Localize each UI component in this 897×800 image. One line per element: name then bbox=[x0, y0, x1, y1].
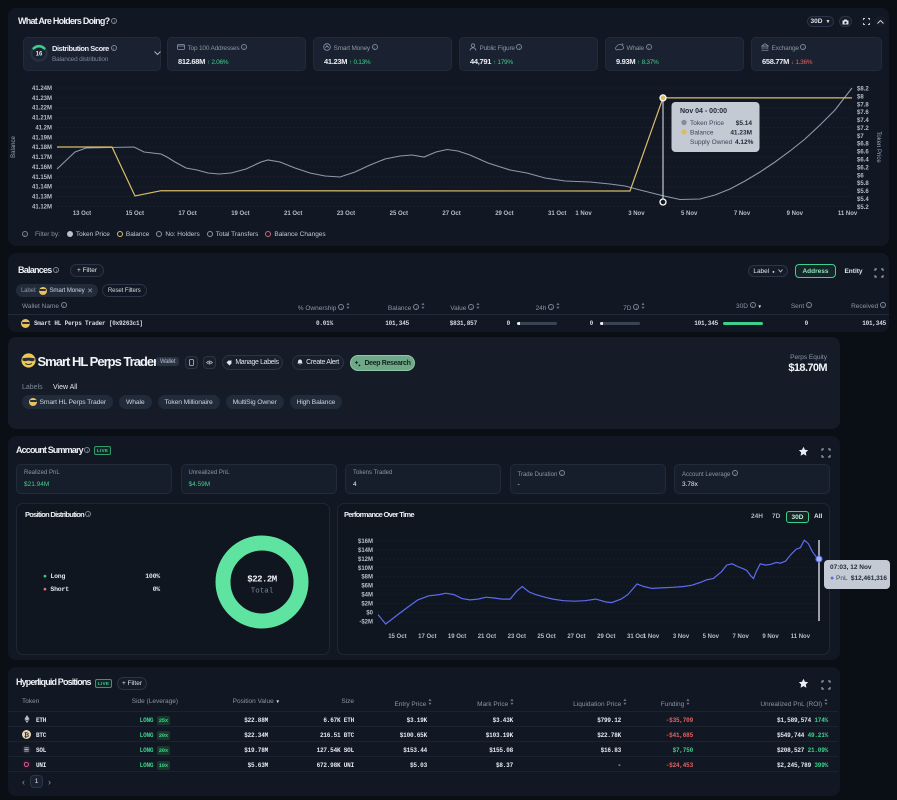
svg-text:$6.6: $6.6 bbox=[857, 150, 869, 156]
svg-text:Token Price: Token Price bbox=[690, 120, 724, 127]
svg-text:$5.4: $5.4 bbox=[857, 197, 869, 203]
svg-text:Total: Total bbox=[251, 588, 274, 596]
svg-text:Token Price: Token Price bbox=[875, 131, 881, 163]
svg-text:41.18M: 41.18M bbox=[32, 145, 52, 151]
svg-text:31 Oct: 31 Oct bbox=[548, 211, 566, 217]
svg-text:16: 16 bbox=[36, 51, 43, 57]
svg-text:-$2M: -$2M bbox=[359, 619, 373, 625]
svg-text:41.24M: 41.24M bbox=[32, 86, 52, 92]
svg-text:9 Nov: 9 Nov bbox=[787, 211, 804, 217]
svg-text:Supply Owned: Supply Owned bbox=[690, 139, 733, 146]
svg-text:1 Nov: 1 Nov bbox=[643, 634, 660, 640]
svg-text:41.19M: 41.19M bbox=[32, 135, 52, 141]
svg-text:21 Oct: 21 Oct bbox=[284, 211, 302, 217]
svg-text:Nov 04 - 00:00: Nov 04 - 00:00 bbox=[680, 108, 727, 115]
svg-text:41.17M: 41.17M bbox=[32, 155, 52, 161]
svg-text:41.2M: 41.2M bbox=[35, 126, 52, 132]
svg-text:7 Nov: 7 Nov bbox=[733, 634, 750, 640]
svg-text:23 Oct: 23 Oct bbox=[337, 211, 355, 217]
svg-text:11 Nov: 11 Nov bbox=[791, 634, 811, 640]
svg-text:$14M: $14M bbox=[358, 548, 373, 554]
svg-text:13 Oct: 13 Oct bbox=[73, 211, 91, 217]
svg-text:$22.2M: $22.2M bbox=[247, 575, 277, 585]
svg-text:19 Oct: 19 Oct bbox=[448, 634, 466, 640]
svg-text:$7.4: $7.4 bbox=[857, 118, 869, 124]
svg-text:Balance: Balance bbox=[690, 130, 714, 137]
svg-text:$7.8: $7.8 bbox=[857, 102, 869, 108]
svg-text:41.23M: 41.23M bbox=[730, 130, 752, 137]
svg-text:$4M: $4M bbox=[361, 593, 373, 599]
svg-text:21 Oct: 21 Oct bbox=[478, 634, 496, 640]
svg-text:27 Oct: 27 Oct bbox=[567, 634, 585, 640]
svg-text:23 Oct: 23 Oct bbox=[508, 634, 526, 640]
svg-text:₿: ₿ bbox=[24, 731, 29, 739]
svg-text:25 Oct: 25 Oct bbox=[537, 634, 555, 640]
svg-text:$10M: $10M bbox=[358, 566, 373, 572]
svg-text:41.21M: 41.21M bbox=[32, 116, 52, 122]
svg-text:$8M: $8M bbox=[361, 575, 373, 581]
svg-text:15 Oct: 15 Oct bbox=[388, 634, 406, 640]
svg-text:$2M: $2M bbox=[361, 602, 373, 608]
svg-text:$8.2: $8.2 bbox=[857, 87, 869, 93]
svg-text:$5.14: $5.14 bbox=[736, 120, 753, 127]
svg-text:$6M: $6M bbox=[361, 584, 373, 590]
svg-text:41.23M: 41.23M bbox=[32, 96, 52, 102]
svg-text:41.16M: 41.16M bbox=[32, 165, 52, 171]
svg-text:$5.6: $5.6 bbox=[857, 189, 869, 195]
svg-text:$7.6: $7.6 bbox=[857, 110, 869, 116]
svg-text:4.12%: 4.12% bbox=[735, 139, 754, 146]
svg-text:17 Oct: 17 Oct bbox=[418, 634, 436, 640]
svg-text:3 Nov: 3 Nov bbox=[628, 211, 645, 217]
svg-text:$6: $6 bbox=[857, 173, 864, 179]
svg-text:5 Nov: 5 Nov bbox=[703, 634, 720, 640]
svg-text:25 Oct: 25 Oct bbox=[390, 211, 408, 217]
svg-text:$0: $0 bbox=[366, 611, 373, 617]
svg-text:29 Oct: 29 Oct bbox=[597, 634, 615, 640]
svg-text:27 Oct: 27 Oct bbox=[442, 211, 460, 217]
svg-text:41.13M: 41.13M bbox=[32, 195, 52, 201]
svg-text:$12M: $12M bbox=[358, 557, 373, 563]
svg-text:$6.8: $6.8 bbox=[857, 142, 869, 148]
svg-text:41.15M: 41.15M bbox=[32, 175, 52, 181]
svg-text:3 Nov: 3 Nov bbox=[673, 634, 690, 640]
svg-text:9 Nov: 9 Nov bbox=[762, 634, 779, 640]
svg-text:17 Oct: 17 Oct bbox=[178, 211, 196, 217]
svg-text:$5.2: $5.2 bbox=[857, 205, 869, 211]
svg-text:$16M: $16M bbox=[358, 539, 373, 545]
svg-text:1 Nov: 1 Nov bbox=[575, 211, 592, 217]
svg-text:15 Oct: 15 Oct bbox=[126, 211, 144, 217]
svg-text:$7.2: $7.2 bbox=[857, 126, 869, 132]
svg-text:41.14M: 41.14M bbox=[32, 185, 52, 191]
svg-text:5 Nov: 5 Nov bbox=[681, 211, 698, 217]
svg-text:11 Nov: 11 Nov bbox=[838, 211, 858, 217]
svg-text:19 Oct: 19 Oct bbox=[231, 211, 249, 217]
svg-text:41.12M: 41.12M bbox=[32, 204, 52, 210]
svg-text:$7: $7 bbox=[857, 134, 864, 140]
svg-text:41.22M: 41.22M bbox=[32, 106, 52, 112]
svg-text:29 Oct: 29 Oct bbox=[495, 211, 513, 217]
svg-text:7 Nov: 7 Nov bbox=[734, 211, 751, 217]
svg-text:Balance: Balance bbox=[11, 135, 17, 157]
svg-text:$8: $8 bbox=[857, 94, 864, 100]
svg-text:$6.4: $6.4 bbox=[857, 158, 869, 164]
svg-text:$6.2: $6.2 bbox=[857, 165, 869, 171]
svg-text:$5.8: $5.8 bbox=[857, 181, 869, 187]
